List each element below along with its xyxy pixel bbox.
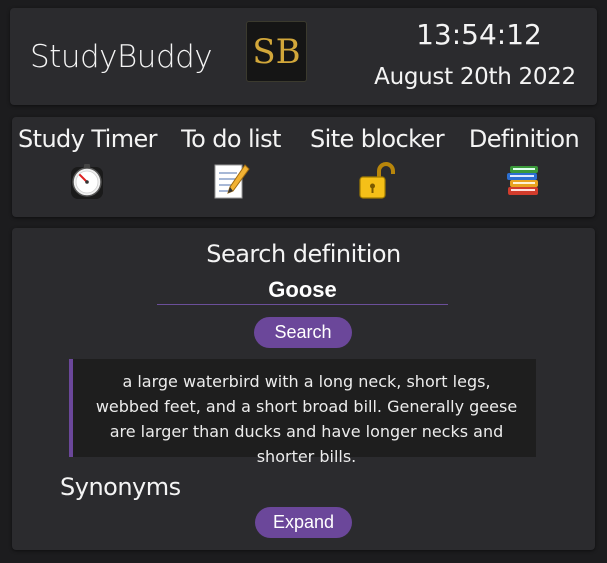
logo: SB: [246, 21, 307, 82]
nav-item-label: Study Timer: [18, 125, 158, 153]
synonyms-heading: Synonyms: [60, 473, 181, 501]
nav-item-study-timer[interactable]: Study Timer: [18, 125, 158, 201]
search-heading: Search definition: [206, 240, 401, 268]
lock-icon: [358, 162, 395, 199]
feature-nav: Study Timer To do list Site blocker Defi…: [12, 117, 595, 217]
definition-text: a large waterbird with a long neck, shor…: [69, 359, 536, 466]
clock-time: 13:54:12: [416, 18, 542, 51]
stopwatch-icon: [70, 164, 103, 199]
books-icon: [507, 166, 538, 195]
nav-item-definition[interactable]: Definition: [467, 125, 581, 201]
header-bar: StudyBuddy SB 13:54:12 August 20th 2022: [10, 8, 597, 105]
nav-item-site-blocker[interactable]: Site blocker: [310, 125, 445, 201]
app-title: StudyBuddy: [30, 39, 213, 75]
logo-text: SB: [252, 31, 301, 72]
search-button[interactable]: Search: [254, 317, 352, 348]
nav-item-label: To do list: [181, 125, 281, 153]
nav-item-label: Definition: [468, 125, 580, 153]
nav-item-label: Site blocker: [310, 125, 445, 153]
expand-button[interactable]: Expand: [255, 507, 352, 538]
clock-date: August 20th 2022: [374, 64, 576, 90]
memo-icon: [214, 164, 250, 199]
nav-item-todo-list[interactable]: To do list: [178, 125, 284, 201]
definition-panel: Search definition Search a large waterbi…: [12, 228, 595, 550]
search-input[interactable]: [157, 276, 448, 305]
